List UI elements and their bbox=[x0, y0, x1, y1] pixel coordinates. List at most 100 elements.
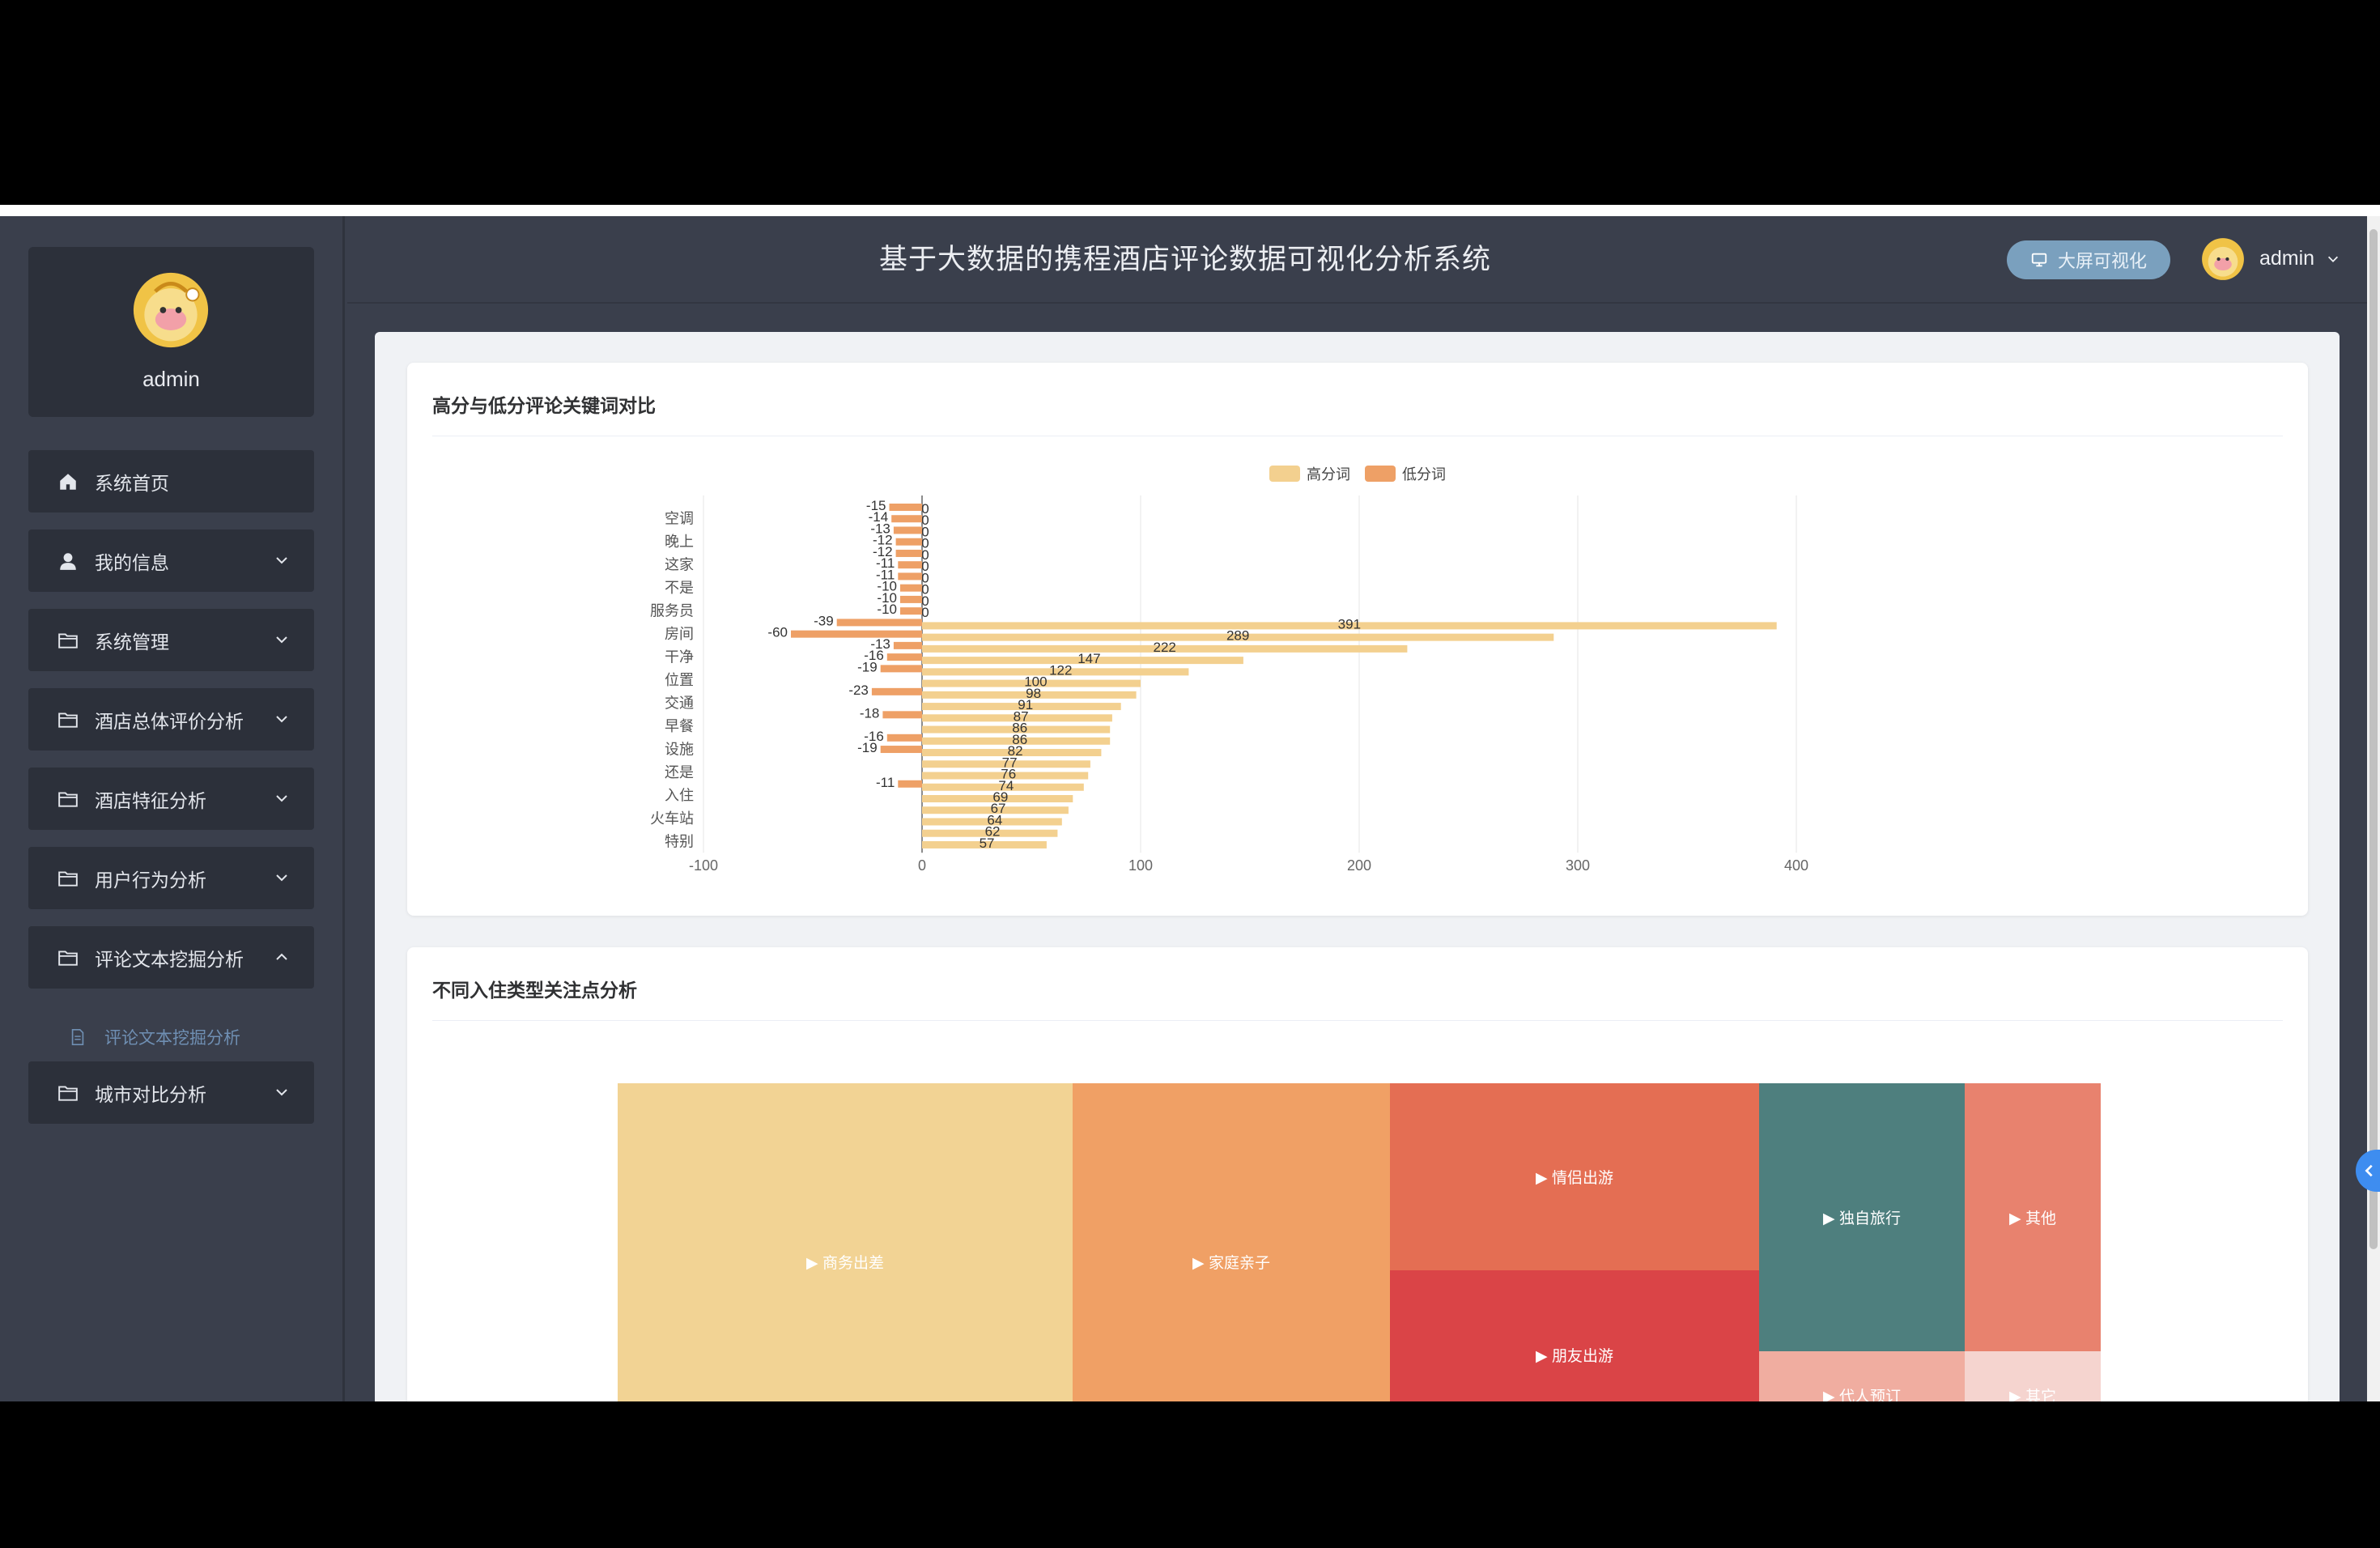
high-value-label: 0 bbox=[921, 605, 929, 620]
low-value-label: -18 bbox=[860, 705, 880, 721]
low-value-label: -19 bbox=[857, 659, 878, 674]
avatar[interactable] bbox=[132, 271, 210, 349]
sidebar-item-label: 用户行为分析 bbox=[95, 869, 206, 891]
low-bar bbox=[895, 549, 922, 557]
user-card: admin bbox=[28, 247, 314, 417]
treemap-cell[interactable]: ▶ 其他 bbox=[1965, 1083, 2101, 1351]
sidebar-item-label: 酒店总体评价分析 bbox=[95, 710, 244, 732]
sidebar-item-1[interactable]: 我的信息 bbox=[28, 529, 314, 592]
low-value-label: -23 bbox=[848, 683, 869, 698]
low-bar bbox=[882, 711, 922, 719]
low-value-label: -60 bbox=[767, 625, 788, 640]
treemap-cell[interactable]: ▶ 情侣出游 bbox=[1390, 1083, 1759, 1270]
sidebar-item-3[interactable]: 酒店总体评价分析 bbox=[28, 688, 314, 751]
treemap-cell[interactable]: ▶ 代人预订 bbox=[1759, 1351, 1965, 1401]
folder-icon bbox=[58, 1085, 78, 1101]
treemap-cell[interactable]: ▶ 朋友出游 bbox=[1390, 1270, 1759, 1401]
window-top-strip bbox=[0, 205, 2380, 216]
card-title: 不同入住类型关注点分析 bbox=[432, 980, 637, 1001]
folder-icon bbox=[58, 950, 78, 966]
folder-icon bbox=[58, 632, 78, 649]
header-username[interactable]: admin bbox=[2259, 247, 2314, 270]
low-value-label: -39 bbox=[814, 613, 834, 628]
low-bar bbox=[893, 526, 922, 534]
x-tick-label: 300 bbox=[1566, 857, 1590, 874]
main-content: 高分与低分评论关键词对比 高分词 低分词 -100 0 100 200 300 400 空调… bbox=[375, 332, 2340, 1401]
sidebar-item-2[interactable]: 系统管理 bbox=[28, 609, 314, 671]
page-scrollbar[interactable] bbox=[2367, 216, 2380, 1401]
chevron-down-icon bbox=[276, 874, 287, 882]
low-bar bbox=[900, 584, 922, 592]
user-icon bbox=[60, 552, 76, 570]
y-tick-label: 不是 bbox=[665, 580, 694, 596]
sidebar-subitem-text-mining[interactable]: 评论文本挖掘分析 bbox=[69, 1021, 240, 1053]
low-bar bbox=[898, 780, 922, 788]
sidebar-item-7[interactable]: 城市对比分析 bbox=[28, 1061, 314, 1124]
treemap-cell-label: ▶ 情侣出游 bbox=[1536, 1170, 1613, 1187]
y-tick-label: 这家 bbox=[665, 557, 694, 573]
high-value-label: 122 bbox=[1049, 662, 1072, 678]
treemap-cell-label: ▶ 其他 bbox=[2009, 1210, 2056, 1227]
sidebar-username: admin bbox=[142, 367, 200, 391]
screen-icon bbox=[2031, 253, 2047, 267]
chevron-down-icon[interactable] bbox=[2326, 252, 2340, 266]
chevron-left-icon bbox=[2365, 1164, 2373, 1177]
x-tick-label: -100 bbox=[689, 857, 718, 874]
y-tick-label: 入住 bbox=[665, 788, 694, 804]
x-tick-label: 200 bbox=[1347, 857, 1371, 874]
chevron-down-icon bbox=[276, 557, 287, 564]
treemap-cell-label: ▶ 独自旅行 bbox=[1823, 1210, 1901, 1227]
treemap-cell[interactable]: ▶ 家庭亲子 bbox=[1073, 1083, 1390, 1401]
page-title: 基于大数据的携程酒店评论数据可视化分析系统 bbox=[878, 244, 1491, 275]
big-screen-button[interactable]: 大屏可视化 bbox=[2007, 240, 2170, 279]
treemap-cell-label: ▶ 商务出差 bbox=[806, 1254, 884, 1272]
app-window: admin 系统首页我的信息系统管理酒店总体评价分析 酒店特征分析 用户行为分析评论… bbox=[0, 216, 2380, 1401]
sidebar-item-label: 城市对比分析 bbox=[95, 1083, 206, 1105]
x-tick-label: 100 bbox=[1128, 857, 1153, 874]
sidebar-item-4[interactable]: 酒店特征分析 bbox=[28, 768, 314, 830]
folder-icon bbox=[58, 791, 78, 807]
low-value-label: -11 bbox=[876, 775, 895, 790]
sidebar-item-6[interactable]: 评论文本挖掘分析 bbox=[28, 926, 314, 989]
y-tick-label: 设施 bbox=[665, 742, 694, 758]
treemap-cell-label: ▶ 代人预订 bbox=[1823, 1389, 1901, 1401]
high-value-label: 57 bbox=[980, 836, 995, 851]
high-value-label: 391 bbox=[1338, 616, 1361, 632]
keyword-compare-card: 高分与低分评论关键词对比 高分词 低分词 -100 0 100 200 300 400 空调… bbox=[407, 363, 2308, 916]
low-bar bbox=[889, 504, 922, 511]
y-tick-label: 位置 bbox=[665, 672, 694, 688]
y-tick-label: 特别 bbox=[665, 833, 694, 849]
sidebar-item-0[interactable]: 系统首页 bbox=[28, 450, 314, 512]
low-bar bbox=[880, 665, 922, 673]
chevron-up-icon bbox=[276, 953, 287, 960]
low-bar bbox=[900, 607, 922, 615]
treemap-cell[interactable]: ▶ 其它 bbox=[1965, 1351, 2101, 1401]
home-icon bbox=[60, 473, 76, 490]
chevron-down-icon bbox=[276, 795, 287, 802]
document-icon bbox=[71, 1029, 84, 1045]
sidebar-item-label: 系统管理 bbox=[95, 631, 169, 653]
sidebar-item-label: 酒店特征分析 bbox=[95, 789, 206, 811]
folder-icon bbox=[58, 870, 78, 887]
low-bar bbox=[886, 653, 922, 661]
chevron-down-icon bbox=[276, 636, 287, 644]
chevron-down-icon bbox=[276, 716, 287, 723]
collapse-panel-button[interactable] bbox=[2356, 1150, 2380, 1192]
treemap-cell[interactable]: ▶ 独自旅行 bbox=[1759, 1083, 1965, 1351]
low-bar bbox=[900, 595, 922, 603]
low-bar bbox=[836, 619, 922, 627]
big-screen-label: 大屏可视化 bbox=[2057, 251, 2147, 271]
low-bar bbox=[898, 572, 922, 580]
y-tick-label: 早餐 bbox=[665, 718, 694, 734]
folder-icon bbox=[58, 712, 78, 728]
high-value-label: 289 bbox=[1226, 628, 1249, 644]
header-avatar[interactable] bbox=[2201, 237, 2245, 281]
low-bar bbox=[893, 641, 922, 649]
sidebar-item-5[interactable]: 用户行为分析 bbox=[28, 847, 314, 909]
low-bar bbox=[895, 538, 922, 546]
screen: admin 系统首页我的信息系统管理酒店总体评价分析 酒店特征分析 用户行为分析评论… bbox=[0, 0, 2380, 1548]
treemap-cell[interactable]: ▶ 商务出差 bbox=[618, 1083, 1073, 1401]
scrollbar-thumb[interactable] bbox=[2369, 229, 2378, 1249]
low-bar bbox=[880, 746, 922, 754]
sidebar: admin 系统首页我的信息系统管理酒店总体评价分析 酒店特征分析 用户行为分析评论… bbox=[0, 216, 345, 1401]
